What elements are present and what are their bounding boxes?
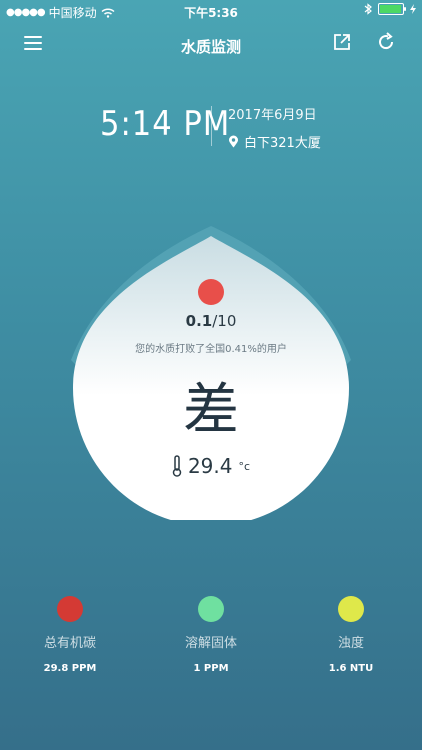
status-dot xyxy=(198,279,224,305)
metric-turbidity[interactable]: 浊度 1.6 NTU xyxy=(291,596,411,674)
metric-value: 1 PPM xyxy=(193,663,229,674)
temperature-unit: °c xyxy=(238,459,251,473)
metric-indicator xyxy=(57,596,83,622)
metric-name: 总有机碳 xyxy=(43,636,96,651)
status-right xyxy=(364,3,416,15)
charging-icon xyxy=(410,4,416,14)
metrics-row: 总有机碳 29.8 PPM 溶解固体 1 PPM 浊度 1.6 NTU xyxy=(0,596,422,686)
location-pin-icon xyxy=(229,135,238,148)
nav-bar: 水质监测 xyxy=(0,22,422,66)
metric-name: 溶解固体 xyxy=(184,636,237,651)
beat-text: 您的水质打败了全国0.41%的用户 xyxy=(135,344,287,355)
metric-toc[interactable]: 总有机碳 29.8 PPM xyxy=(10,596,130,674)
location[interactable]: 白下321大厦 xyxy=(228,132,321,151)
status-time: 下午5:36 xyxy=(184,6,238,20)
metric-tds[interactable]: 溶解固体 1 PPM xyxy=(151,596,271,674)
score: 0.1/10 xyxy=(0,312,422,330)
metric-indicator xyxy=(198,596,224,622)
score-value: 0.1 xyxy=(185,312,213,330)
bluetooth-icon xyxy=(364,3,372,15)
header-divider xyxy=(211,106,212,146)
water-quality-card: 0.1/10 您的水质打败了全国0.41%的用户 差 29.4 °c xyxy=(0,220,422,540)
page-title: 水质监测 xyxy=(180,38,241,56)
metric-indicator xyxy=(338,596,364,622)
current-date: 2017年6月9日 xyxy=(228,108,317,123)
refresh-icon[interactable] xyxy=(376,32,400,56)
battery-icon xyxy=(378,3,406,15)
metric-value: 29.8 PPM xyxy=(43,663,97,674)
temperature-value: 29.4 xyxy=(187,454,233,478)
metric-value: 1.6 NTU xyxy=(328,663,374,674)
share-icon[interactable] xyxy=(332,32,356,56)
thermometer-icon xyxy=(172,455,182,477)
metric-name: 浊度 xyxy=(337,636,364,651)
quality-grade: 差 xyxy=(183,378,239,443)
time-location-header: 5:14 PM 2017年6月9日 白下321大厦 xyxy=(0,98,422,158)
temperature: 29.4 °c xyxy=(0,454,422,478)
score-total: /10 xyxy=(212,312,237,330)
location-label: 白下321大厦 xyxy=(244,136,321,151)
status-bar: ●●●●● 中国移动 下午5:36 xyxy=(0,0,422,22)
